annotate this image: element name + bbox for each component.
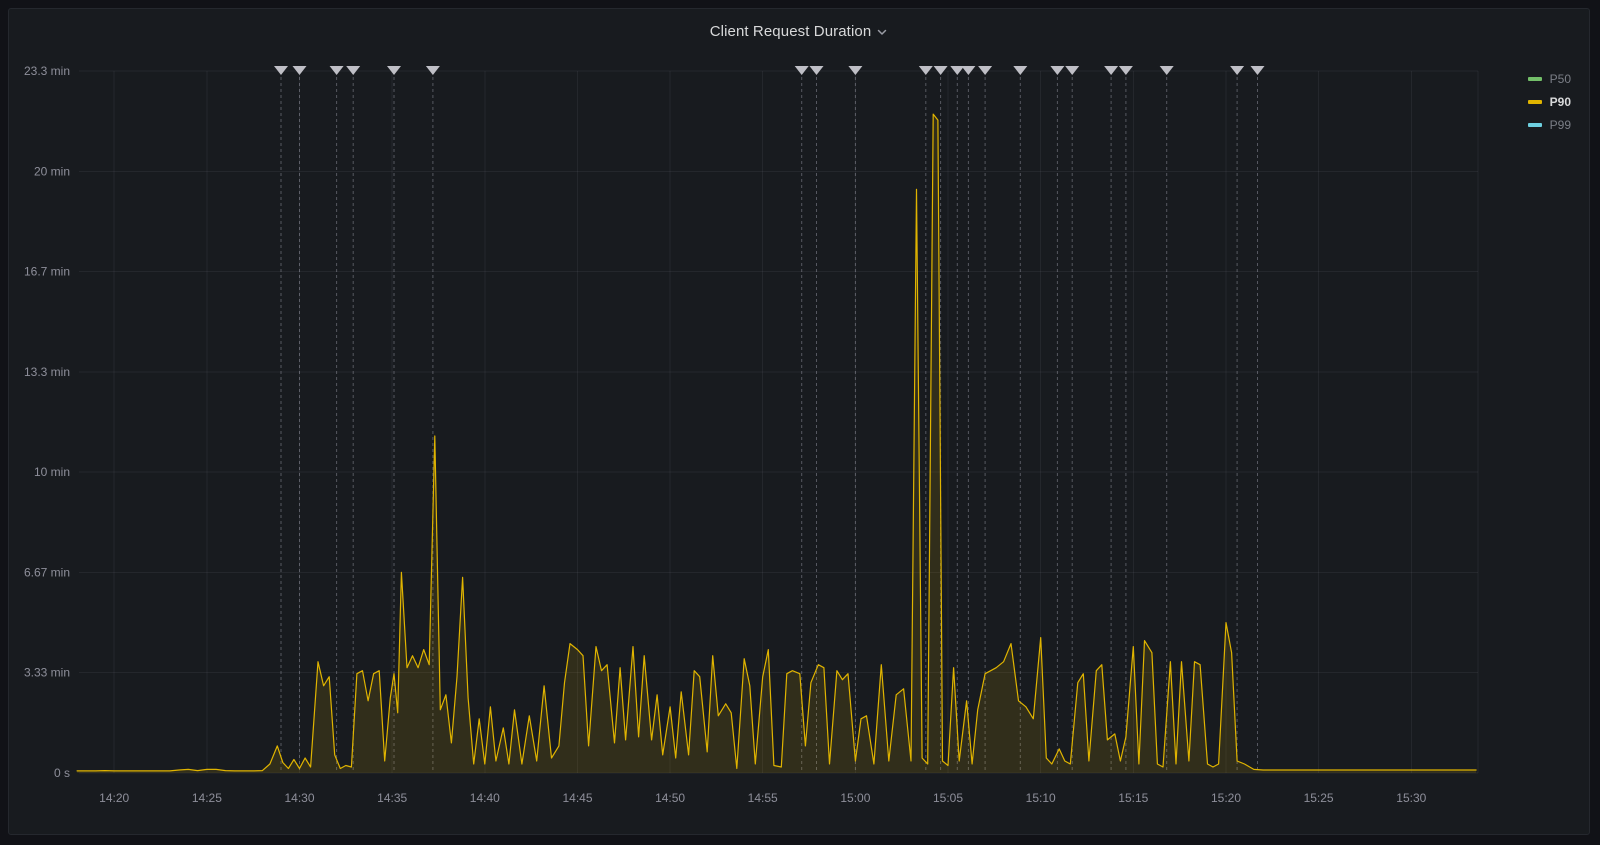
panel-client-request-duration: Client Request Duration 0 s 3.33 min 6.67 …	[8, 8, 1590, 835]
svg-text:15:20: 15:20	[1211, 791, 1241, 805]
series-area-p90	[77, 114, 1477, 774]
legend-item-p90[interactable]: P90	[1527, 94, 1571, 109]
panel-header[interactable]: Client Request Duration	[9, 9, 1589, 53]
legend-swatch-p99	[1527, 122, 1542, 127]
svg-text:15:25: 15:25	[1304, 791, 1334, 805]
legend: P50 P90 P99	[1527, 71, 1571, 132]
chevron-down-icon	[876, 26, 888, 38]
svg-text:15:15: 15:15	[1118, 791, 1148, 805]
svg-text:15:10: 15:10	[1026, 791, 1056, 805]
svg-text:14:40: 14:40	[470, 791, 500, 805]
x-axis-labels: 14:20 14:25 14:30 14:35 14:40 14:45 14:50 14:55…	[99, 791, 1426, 805]
legend-swatch-p50	[1527, 76, 1542, 81]
svg-text:14:50: 14:50	[655, 791, 685, 805]
svg-text:6.67 min: 6.67 min	[24, 565, 70, 579]
svg-text:14:45: 14:45	[562, 791, 592, 805]
gridlines	[79, 70, 1479, 774]
svg-text:13.3 min: 13.3 min	[24, 365, 70, 379]
svg-text:16.7 min: 16.7 min	[24, 265, 70, 279]
svg-text:14:30: 14:30	[284, 791, 314, 805]
svg-text:14:25: 14:25	[192, 791, 222, 805]
time-series-chart[interactable]: 0 s 3.33 min 6.67 min 10 min 13.3 min 16.7 mi…	[9, 9, 1589, 834]
svg-text:14:55: 14:55	[748, 791, 778, 805]
svg-text:14:35: 14:35	[377, 791, 407, 805]
svg-text:20 min: 20 min	[34, 164, 70, 178]
legend-item-p50[interactable]: P50	[1527, 71, 1571, 86]
legend-label-p99: P99	[1549, 117, 1571, 132]
svg-text:23.3 min: 23.3 min	[24, 64, 70, 78]
legend-item-p99[interactable]: P99	[1527, 117, 1571, 132]
svg-text:0 s: 0 s	[54, 766, 70, 780]
y-axis-labels: 0 s 3.33 min 6.67 min 10 min 13.3 min 16.7 mi…	[24, 64, 70, 780]
legend-label-p50: P50	[1549, 71, 1571, 86]
legend-label-p90: P90	[1549, 94, 1571, 109]
svg-text:15:05: 15:05	[933, 791, 963, 805]
svg-text:10 min: 10 min	[34, 465, 70, 479]
svg-text:3.33 min: 3.33 min	[24, 666, 70, 680]
svg-text:14:20: 14:20	[99, 791, 129, 805]
panel-title: Client Request Duration	[709, 22, 872, 40]
series-group	[76, 113, 1477, 774]
svg-text:15:30: 15:30	[1396, 791, 1426, 805]
legend-swatch-p90	[1527, 99, 1542, 104]
svg-text:15:00: 15:00	[840, 791, 870, 805]
